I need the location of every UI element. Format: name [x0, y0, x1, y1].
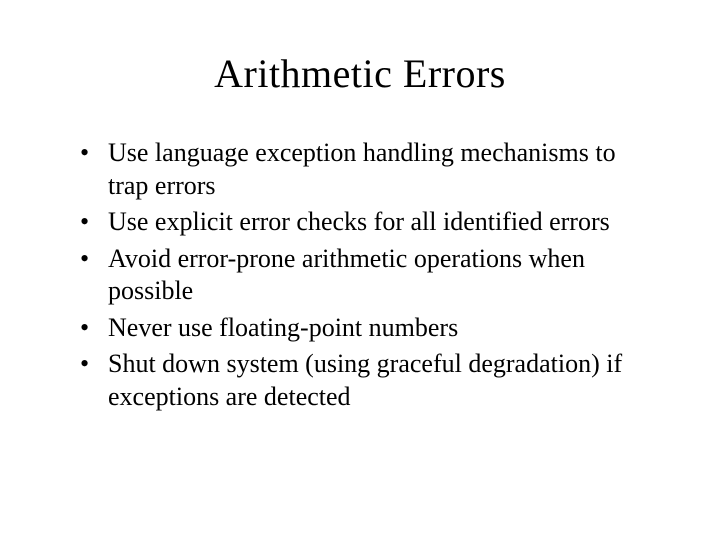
bullet-list: Use language exception handling mechanis…: [60, 137, 660, 413]
slide: Arithmetic Errors Use language exception…: [0, 0, 720, 540]
list-item: Never use floating-point numbers: [80, 312, 650, 345]
list-item: Use language exception handling mechanis…: [80, 137, 650, 202]
list-item: Avoid error-prone arithmetic operations …: [80, 243, 650, 308]
list-item: Shut down system (using graceful degrada…: [80, 348, 650, 413]
slide-title: Arithmetic Errors: [60, 50, 660, 97]
list-item: Use explicit error checks for all identi…: [80, 206, 650, 239]
